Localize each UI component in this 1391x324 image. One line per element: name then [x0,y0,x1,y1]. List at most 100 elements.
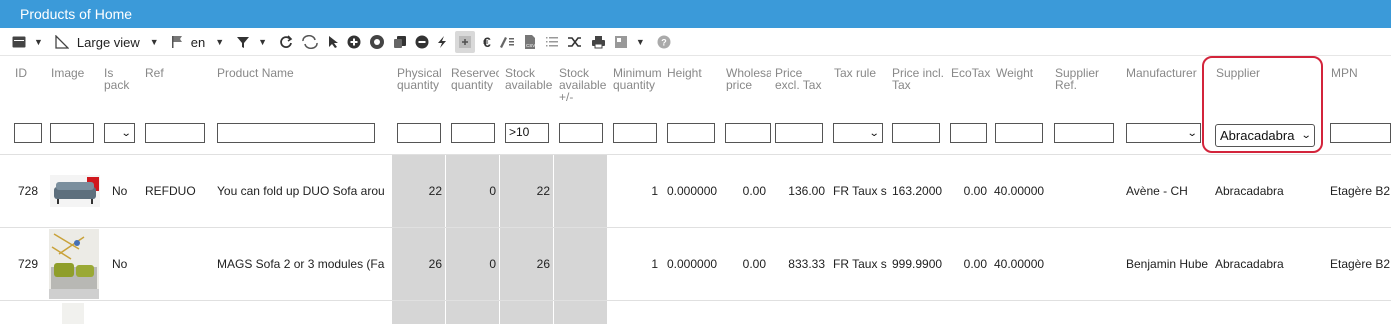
header-reserved-quantity[interactable]: Reservec quantity [451,67,499,91]
cell-reserved-qty: 0 [489,257,496,271]
cell-product-name: You can fold up DUO Sofa arou [217,184,385,198]
plus-box-icon[interactable] [455,31,476,53]
filter-supplier-ref-input[interactable] [1054,123,1114,143]
cell-tax-rule: FR Taux s [833,257,887,271]
header-product-name[interactable]: Product Name [217,67,377,79]
header-manufacturer[interactable]: Manufacturer [1126,67,1206,79]
layout-icon[interactable] [614,31,628,53]
header-wholesale-price[interactable]: Wholesa price [726,67,771,91]
svg-text:CSV: CSV [526,43,535,48]
cell-product-name: MAGS Sofa 2 or 3 modules (Fa [217,257,385,271]
cell-price-excl: 136.00 [788,184,825,198]
help-icon[interactable]: ? [657,31,671,53]
large-view-dropdown[interactable]: Large view [77,35,140,50]
cell-weight: 40.00000 [994,184,1045,198]
filter-image-input[interactable] [50,123,94,143]
header-weight[interactable]: Weight [996,67,1051,79]
filter-price-excl-input[interactable] [775,123,823,143]
edit-list-icon[interactable] [499,31,515,53]
sync-icon[interactable] [301,31,319,53]
filter-icon[interactable] [236,31,250,53]
filter-min-qty-input[interactable] [613,123,657,143]
cell-id: 729 [18,257,39,271]
header-stock-available[interactable]: Stock available [505,67,557,91]
filter-product-name-input[interactable] [217,123,375,143]
header-tax-rule[interactable]: Tax rule [834,67,889,79]
filter-physical-qty-input[interactable] [397,123,441,143]
header-height[interactable]: Height [667,67,722,79]
language-caret-icon[interactable]: ▼ [215,37,224,47]
header-is-pack[interactable]: Is pack [104,67,136,91]
header-ecotax[interactable]: EcoTax [951,67,996,79]
shuffle-icon[interactable] [567,31,583,53]
cell-ref: REFDUO [145,184,196,198]
chevron-down-icon: ⌄ [1186,127,1198,139]
product-thumbnail[interactable] [49,229,99,299]
filter-mpn-input[interactable] [1330,123,1391,143]
header-id[interactable]: ID [15,67,45,79]
cell-manufacturer: Benjamin Hube [1126,257,1209,271]
filter-ecotax-input[interactable] [950,123,987,143]
columns-caret-icon[interactable]: ▼ [34,37,43,47]
cell-reserved-qty: 0 [489,184,496,198]
cell-manufacturer: Avène - CH [1126,184,1188,198]
cell-weight: 40.00000 [994,257,1045,271]
view-icon [55,31,69,53]
cell-wholesale-price: 0.00 [742,184,766,198]
layout-caret-icon[interactable]: ▼ [636,37,645,47]
filter-tax-rule-select[interactable]: ⌄ [833,123,883,143]
cell-physical-qty: 26 [428,257,442,271]
stock-pm-column-bg [554,155,607,324]
bolt-icon[interactable] [437,31,447,53]
header-ref[interactable]: Ref [145,67,205,79]
chevron-down-icon: ⌄ [868,127,880,139]
header-stock-available-pm[interactable]: Stock available +/- [559,67,609,103]
toolbar: ▼ Large view ▼ en ▼ ▼ € CSV ▼ ? [0,29,1391,56]
header-physical-quantity[interactable]: Physical quantity [397,67,445,91]
cell-stock-available: 22 [536,184,550,198]
ordered-list-icon[interactable] [545,31,559,53]
refresh-icon[interactable] [279,31,293,53]
print-icon[interactable] [591,31,606,53]
header-supplier-ref[interactable]: Supplier Ref. [1055,67,1110,91]
physical-qty-column-bg [392,155,445,324]
view-caret-icon[interactable]: ▼ [150,37,159,47]
product-thumbnail[interactable] [62,303,84,324]
header-price-incl-tax[interactable]: Price incl. Tax [892,67,947,91]
filter-wholesale-input[interactable] [725,123,771,143]
filter-caret-icon[interactable]: ▼ [258,37,267,47]
filter-ref-input[interactable] [145,123,205,143]
header-mpn[interactable]: MPN [1331,67,1386,79]
euro-icon[interactable]: € [483,31,491,53]
row-divider [0,300,1391,301]
header-minimum-quantity[interactable]: Minimum quantity [613,67,663,91]
cell-height: 0.000000 [667,257,718,271]
cell-physical-qty: 22 [428,184,442,198]
cursor-icon[interactable] [327,31,339,53]
columns-icon[interactable] [12,31,26,53]
filter-is-pack-select[interactable]: ⌄ [104,123,135,143]
language-dropdown[interactable]: en [191,35,205,50]
reserved-qty-column-bg [446,155,499,324]
filter-price-incl-input[interactable] [892,123,940,143]
product-thumbnail[interactable] [50,175,100,207]
filter-height-input[interactable] [667,123,715,143]
svg-text:?: ? [661,38,667,48]
settings-icon[interactable] [369,31,385,53]
header-image[interactable]: Image [51,67,91,79]
cell-tax-rule: FR Taux s [833,184,887,198]
cell-ecotax: 0.00 [963,257,987,271]
header-price-excl-tax[interactable]: Price excl. Tax [775,67,825,91]
add-icon[interactable] [347,31,361,53]
remove-icon[interactable] [415,31,429,53]
filter-stock-pm-input[interactable] [559,123,603,143]
filter-manufacturer-select[interactable]: ⌄ [1126,123,1201,143]
filter-weight-input[interactable] [995,123,1043,143]
filter-stock-available-input[interactable]: >10 [505,123,549,143]
csv-icon[interactable]: CSV [523,31,537,53]
filter-id-input[interactable] [14,123,42,143]
row-divider [0,154,1391,155]
duplicate-icon[interactable] [393,31,407,53]
flag-icon [171,31,183,53]
filter-reserved-qty-input[interactable] [451,123,495,143]
